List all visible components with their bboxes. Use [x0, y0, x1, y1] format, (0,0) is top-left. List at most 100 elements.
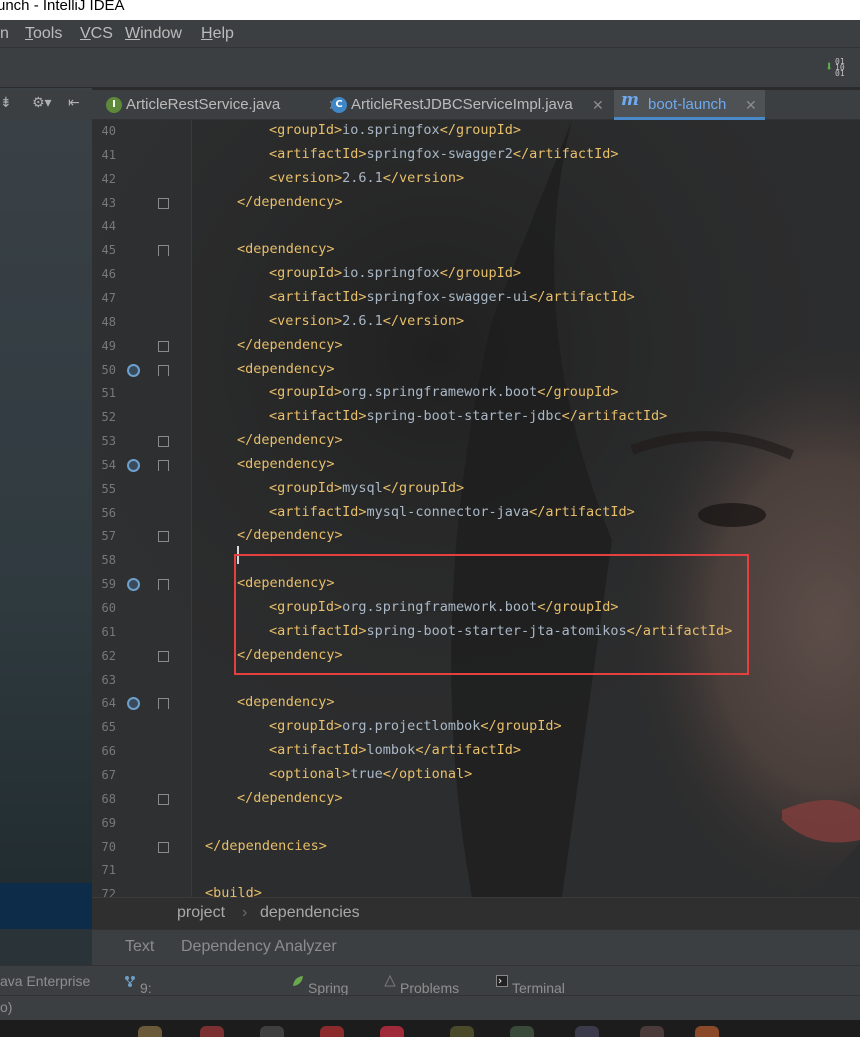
- code-line: <artifactId>lombok</artifactId>: [269, 742, 521, 759]
- code-line: </dependency>: [237, 336, 343, 353]
- line-number: 53: [101, 434, 116, 449]
- line-number: 44: [101, 219, 116, 234]
- interface-icon: I: [106, 97, 122, 113]
- tab-article-rest-jdbc-service-impl[interactable]: C ArticleRestJDBCServiceImpl.java ✕: [325, 90, 604, 120]
- menu-item-run[interactable]: n: [0, 25, 9, 43]
- os-taskbar: [0, 1020, 860, 1037]
- code-line: <groupId>io.springfox</groupId>: [269, 265, 521, 282]
- taskbar-app-icon[interactable]: [380, 1026, 404, 1037]
- code-line: <dependency>: [237, 694, 335, 711]
- fold-marker-icon[interactable]: [158, 459, 169, 471]
- line-number: 46: [101, 267, 116, 282]
- vcs-update-icon[interactable]: ⬇ 01 10 01: [825, 58, 847, 78]
- tool-version-control[interactable]: 9: Version Control: [124, 973, 187, 1028]
- taskbar-app-icon[interactable]: [575, 1026, 599, 1037]
- close-icon[interactable]: ✕: [592, 90, 604, 120]
- terminal-icon: [496, 975, 508, 987]
- version-control-icon: [125, 976, 135, 987]
- line-number: 70: [101, 839, 116, 854]
- line-number: 72: [101, 887, 116, 897]
- status-bar: o): [0, 995, 860, 1020]
- tool-window-bar: ava Enterprise 9: Version Control Spring…: [0, 965, 860, 1028]
- line-number: 61: [101, 624, 116, 639]
- maven-dependency-icon[interactable]: [127, 458, 140, 472]
- taskbar-app-icon[interactable]: [510, 1026, 534, 1037]
- line-number: 58: [101, 553, 116, 568]
- code-line: </dependencies>: [205, 837, 327, 854]
- breadcrumb-separator: ›: [242, 904, 248, 921]
- code-line: <dependency>: [237, 360, 335, 377]
- fold-marker-icon[interactable]: [158, 650, 169, 662]
- fold-marker-icon[interactable]: [158, 531, 169, 543]
- project-panel-toolbar: ⇟ ⚙▾ ⇤: [0, 90, 92, 120]
- tab-article-rest-service[interactable]: I ArticleRestService.java ✕: [100, 90, 340, 120]
- code-line: <groupId>io.springfox</groupId>: [269, 122, 521, 138]
- taskbar-app-icon[interactable]: [138, 1026, 162, 1037]
- line-number: 42: [101, 171, 116, 186]
- maven-dependency-icon[interactable]: [127, 363, 140, 377]
- taskbar-app-icon[interactable]: [200, 1026, 224, 1037]
- line-number: 56: [101, 505, 116, 520]
- status-text: o): [0, 999, 13, 1015]
- menu-item-vcs[interactable]: VCS: [80, 25, 113, 43]
- line-number: 50: [101, 362, 116, 377]
- tab-text[interactable]: Text: [125, 938, 154, 956]
- line-number: 57: [101, 529, 116, 544]
- code-line: <version>2.6.1</version>: [269, 169, 465, 186]
- fold-marker-icon[interactable]: [158, 364, 169, 376]
- line-number: 62: [101, 648, 116, 663]
- line-number: 69: [101, 815, 116, 830]
- fold-marker-icon[interactable]: [158, 698, 169, 710]
- code-line: <groupId>org.springframework.boot</group…: [269, 384, 619, 401]
- taskbar-app-icon[interactable]: [640, 1026, 664, 1037]
- line-number: 67: [101, 767, 116, 782]
- tool-terminal[interactable]: Terminal: [496, 973, 565, 996]
- breadcrumb-dependencies[interactable]: dependencies: [260, 904, 360, 922]
- fold-marker-icon[interactable]: [158, 793, 169, 805]
- fold-marker-icon[interactable]: [158, 245, 169, 257]
- project-panel-footer: [0, 929, 92, 965]
- fold-marker-icon[interactable]: [158, 841, 169, 853]
- line-number: 71: [101, 863, 116, 878]
- line-number: 49: [101, 338, 116, 353]
- spring-icon: [293, 976, 303, 986]
- code-line: <artifactId>springfox-swagger-ui</artifa…: [269, 288, 635, 305]
- taskbar-app-icon[interactable]: [320, 1026, 344, 1037]
- code-line: <artifactId>mysql-connector-java</artifa…: [269, 503, 635, 520]
- tool-java-enterprise[interactable]: ava Enterprise: [0, 973, 90, 989]
- tab-dependency-analyzer[interactable]: Dependency Analyzer: [181, 938, 337, 956]
- line-number: 63: [101, 672, 116, 687]
- class-icon: C: [331, 97, 347, 113]
- editor-tab-bar: I ArticleRestService.java ✕ C ArticleRes…: [92, 90, 860, 120]
- code-line: <artifactId>springfox-swagger2</artifact…: [269, 145, 619, 162]
- code-editor[interactable]: 40 <groupId>io.springfox</groupId> 41 <arti…: [92, 120, 860, 897]
- taskbar-app-icon[interactable]: [450, 1026, 474, 1037]
- code-line: </dependency>: [237, 193, 343, 210]
- main-toolbar: ⬇ 01 10 01: [0, 48, 860, 88]
- menu-item-help[interactable]: Help: [201, 25, 234, 43]
- fold-marker-icon[interactable]: [158, 579, 169, 591]
- line-number: 55: [101, 481, 116, 496]
- code-line: <optional>true</optional>: [269, 765, 473, 782]
- line-number: 40: [101, 124, 116, 138]
- taskbar-app-icon[interactable]: [695, 1026, 719, 1037]
- gear-icon[interactable]: ⚙▾: [32, 95, 52, 111]
- code-line: <dependency>: [237, 241, 335, 258]
- menu-item-tools[interactable]: Tools: [25, 25, 62, 43]
- menu-item-window[interactable]: Window: [125, 25, 182, 43]
- tool-spring[interactable]: Spring: [292, 973, 348, 996]
- tab-boot-launch[interactable]: m boot-launch ✕: [614, 90, 765, 120]
- fold-marker-icon[interactable]: [158, 340, 169, 352]
- line-number: 65: [101, 720, 116, 735]
- fold-marker-icon[interactable]: [158, 436, 169, 448]
- line-number: 41: [101, 147, 116, 162]
- fold-marker-icon[interactable]: [158, 197, 169, 209]
- code-line: <artifactId>spring-boot-starter-jdbc</ar…: [269, 408, 668, 425]
- hide-icon[interactable]: ⇤: [68, 95, 80, 111]
- code-line: <version>2.6.1</version>: [269, 312, 465, 329]
- tool-problems[interactable]: Problems: [384, 973, 459, 996]
- breadcrumb-project[interactable]: project: [177, 904, 225, 922]
- collapse-icon[interactable]: ⇟: [0, 95, 12, 111]
- close-icon[interactable]: ✕: [745, 90, 757, 120]
- taskbar-app-icon[interactable]: [260, 1026, 284, 1037]
